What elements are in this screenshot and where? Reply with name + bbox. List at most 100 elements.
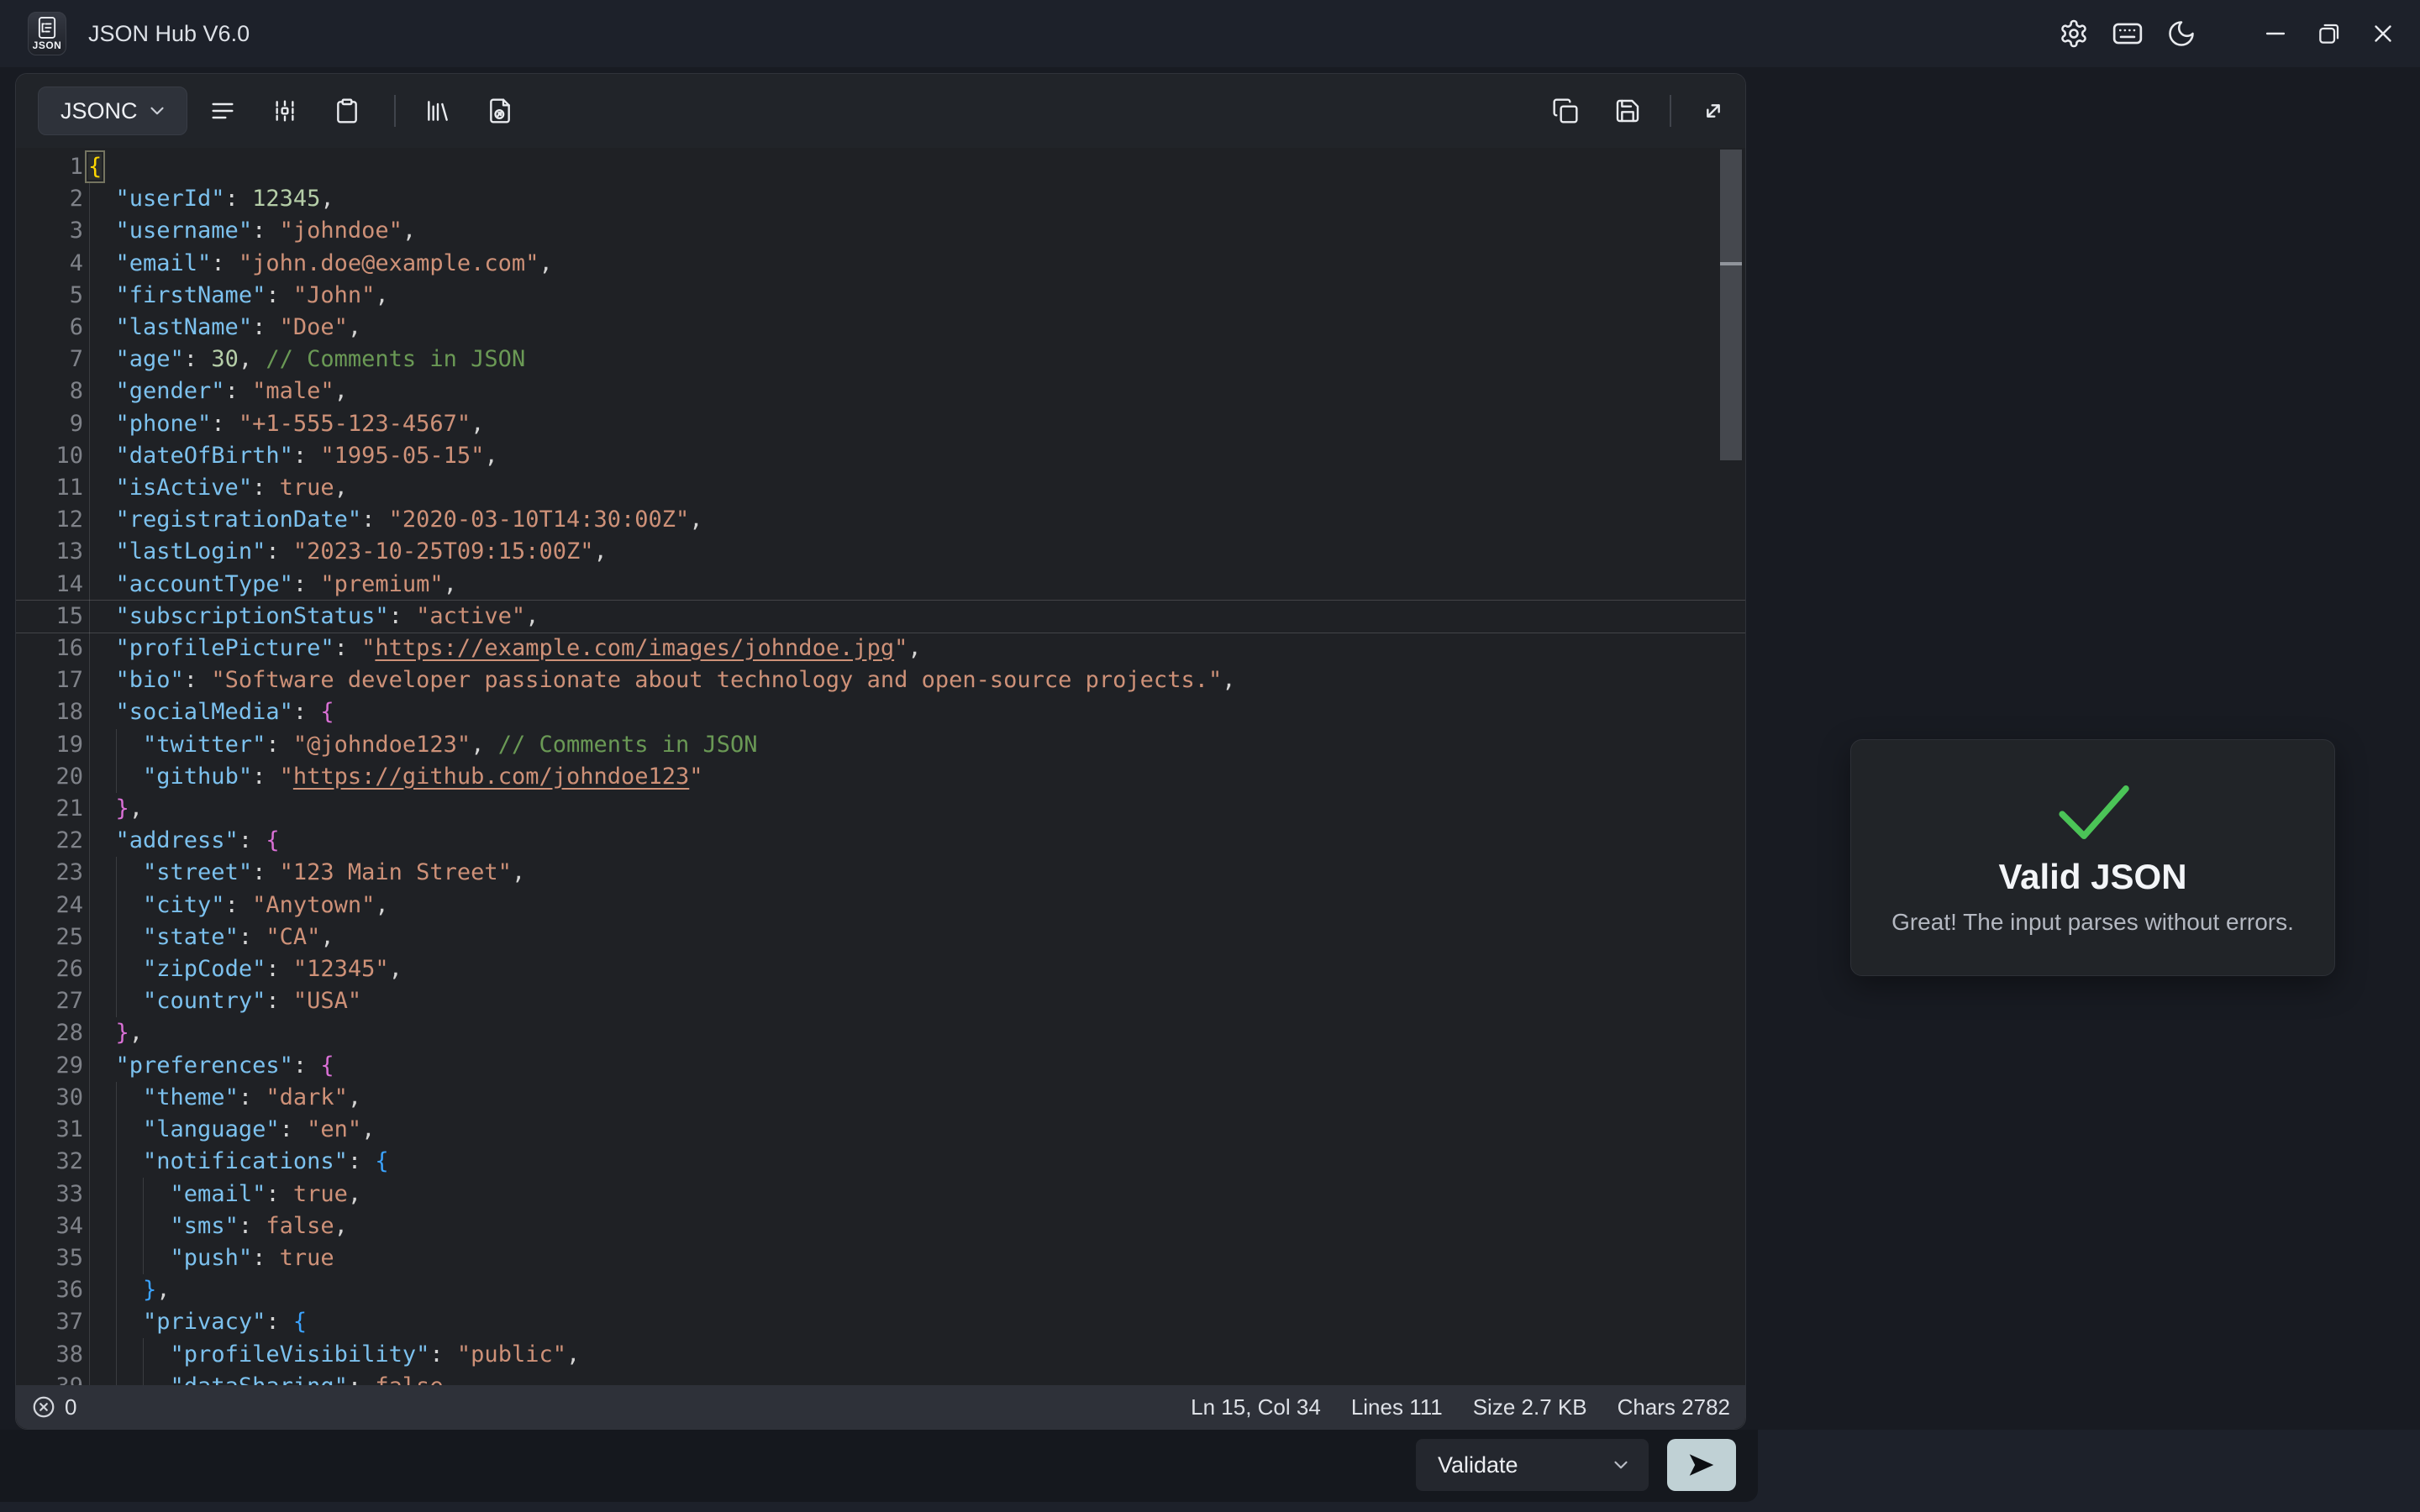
code-line[interactable]: 30 "theme": "dark", xyxy=(16,1082,1745,1114)
code-line[interactable]: 26 "zipCode": "12345", xyxy=(16,953,1745,985)
code-line[interactable]: 28 }, xyxy=(16,1017,1745,1049)
paste-button[interactable] xyxy=(324,87,371,134)
library-button[interactable] xyxy=(414,87,461,134)
line-content: "preferences": { xyxy=(88,1050,334,1082)
line-content: "email": true, xyxy=(88,1179,361,1210)
line-content: }, xyxy=(88,1017,143,1049)
maximize-button[interactable] xyxy=(2302,7,2356,60)
code-line[interactable]: 3 "username": "johndoe", xyxy=(16,215,1745,247)
json-file-icon xyxy=(38,17,56,39)
line-number: 35 xyxy=(16,1242,83,1274)
code-line[interactable]: 22 "address": { xyxy=(16,825,1745,857)
code-line[interactable]: 4 "email": "john.doe@example.com", xyxy=(16,248,1745,280)
line-content: { xyxy=(88,151,102,183)
format-button[interactable] xyxy=(199,87,246,134)
code-line[interactable]: 6 "lastName": "Doe", xyxy=(16,312,1745,344)
run-button[interactable] xyxy=(1667,1439,1736,1491)
validation-title: Valid JSON xyxy=(1998,857,2186,897)
line-content: "lastName": "Doe", xyxy=(88,312,361,344)
code-lines: 1{2 "userId": 12345,3 "username": "johnd… xyxy=(16,148,1745,1385)
line-content: "language": "en", xyxy=(88,1114,375,1146)
library-icon xyxy=(424,97,451,124)
code-line[interactable]: 10 "dateOfBirth": "1995-05-15", xyxy=(16,440,1745,472)
code-line[interactable]: 35 "push": true xyxy=(16,1242,1745,1274)
code-line[interactable]: 31 "language": "en", xyxy=(16,1114,1745,1146)
line-content: "street": "123 Main Street", xyxy=(88,857,525,889)
save-button[interactable] xyxy=(1604,87,1651,134)
line-content: "sms": false, xyxy=(88,1210,348,1242)
theme-toggle-button[interactable] xyxy=(2154,7,2208,60)
code-line[interactable]: 17 "bio": "Software developer passionate… xyxy=(16,664,1745,696)
code-line[interactable]: 5 "firstName": "John", xyxy=(16,280,1745,312)
copy-button[interactable] xyxy=(1542,87,1589,134)
code-line[interactable]: 38 "profileVisibility": "public", xyxy=(16,1339,1745,1371)
window-title: JSON Hub V6.0 xyxy=(88,0,250,67)
app-window: { "titlebar": { "app_name": "JSON Hub V6… xyxy=(0,0,2420,1512)
code-line[interactable]: 20 "github": "https://github.com/johndoe… xyxy=(16,761,1745,793)
line-content: "privacy": { xyxy=(88,1306,307,1338)
line-content: "lastLogin": "2023-10-25T09:15:00Z", xyxy=(88,536,608,568)
code-line[interactable]: 13 "lastLogin": "2023-10-25T09:15:00Z", xyxy=(16,536,1745,568)
code-line[interactable]: 9 "phone": "+1-555-123-4567", xyxy=(16,408,1745,440)
editor-toolbar: JSONC xyxy=(16,74,1745,148)
toolbar-divider xyxy=(394,95,396,127)
close-button[interactable] xyxy=(2356,7,2410,60)
code-line[interactable]: 7 "age": 30, // Comments in JSON xyxy=(16,344,1745,375)
code-line[interactable]: 8 "gender": "male", xyxy=(16,375,1745,407)
code-line[interactable]: 36 }, xyxy=(16,1274,1745,1306)
compact-button[interactable] xyxy=(261,87,308,134)
code-line[interactable]: 23 "street": "123 Main Street", xyxy=(16,857,1745,889)
code-line[interactable]: 34 "sms": false, xyxy=(16,1210,1745,1242)
line-content: "theme": "dark", xyxy=(88,1082,361,1114)
settings-button[interactable] xyxy=(2047,7,2101,60)
code-line[interactable]: 29 "preferences": { xyxy=(16,1050,1745,1082)
language-selector-value: JSONC xyxy=(60,98,138,124)
line-number: 37 xyxy=(16,1306,83,1338)
language-selector[interactable]: JSONC xyxy=(38,87,187,135)
code-line[interactable]: 33 "email": true, xyxy=(16,1179,1745,1210)
line-number: 21 xyxy=(16,793,83,825)
code-line[interactable]: 14 "accountType": "premium", xyxy=(16,569,1745,601)
char-count: Chars 2782 xyxy=(1618,1394,1730,1420)
minimize-button[interactable] xyxy=(2249,7,2302,60)
code-line[interactable]: 37 "privacy": { xyxy=(16,1306,1745,1338)
action-selector[interactable]: Validate xyxy=(1416,1439,1649,1491)
circle-x-icon xyxy=(31,1394,56,1420)
code-line[interactable]: 24 "city": "Anytown", xyxy=(16,890,1745,921)
code-line[interactable]: 11 "isActive": true, xyxy=(16,472,1745,504)
code-line[interactable]: 18 "socialMedia": { xyxy=(16,696,1745,728)
convert-button[interactable] xyxy=(476,87,523,134)
code-line[interactable]: 15 "subscriptionStatus": "active", xyxy=(16,601,1745,633)
expand-button[interactable] xyxy=(1690,87,1737,134)
line-content: "push": true xyxy=(88,1242,334,1274)
line-content: }, xyxy=(88,1274,171,1306)
gear-icon xyxy=(2059,18,2089,49)
copy-icon xyxy=(1552,97,1579,124)
code-line[interactable]: 27 "country": "USA" xyxy=(16,985,1745,1017)
scrollbar-thumb[interactable] xyxy=(1720,150,1742,460)
code-line[interactable]: 2 "userId": 12345, xyxy=(16,183,1745,215)
code-line[interactable]: 19 "twitter": "@johndoe123", // Comments… xyxy=(16,729,1745,761)
success-check-icon xyxy=(2048,780,2139,845)
code-line[interactable]: 25 "state": "CA", xyxy=(16,921,1745,953)
titlebar: JSON JSON Hub V6.0 xyxy=(0,0,2420,67)
code-editor[interactable]: 1{2 "userId": 12345,3 "username": "johnd… xyxy=(16,148,1745,1385)
line-number: 25 xyxy=(16,921,83,953)
code-line[interactable]: 21 }, xyxy=(16,793,1745,825)
line-content: "country": "USA" xyxy=(88,985,361,1017)
toolbar-right-actions xyxy=(1542,87,1745,134)
code-line[interactable]: 32 "notifications": { xyxy=(16,1146,1745,1178)
keyboard-button[interactable] xyxy=(2101,7,2154,60)
line-content: "dateOfBirth": "1995-05-15", xyxy=(88,440,498,472)
line-number: 18 xyxy=(16,696,83,728)
scrollbar-cursor-marker xyxy=(1720,262,1742,265)
line-content: "notifications": { xyxy=(88,1146,389,1178)
line-content: "state": "CA", xyxy=(88,921,334,953)
code-line[interactable]: 39 "dataSharing": false, xyxy=(16,1371,1745,1385)
code-line[interactable]: 12 "registrationDate": "2020-03-10T14:30… xyxy=(16,504,1745,536)
line-number: 38 xyxy=(16,1339,83,1371)
line-number: 32 xyxy=(16,1146,83,1178)
line-number: 19 xyxy=(16,729,83,761)
code-line[interactable]: 1{ xyxy=(16,151,1745,183)
code-line[interactable]: 16 "profilePicture": "https://example.co… xyxy=(16,633,1745,664)
